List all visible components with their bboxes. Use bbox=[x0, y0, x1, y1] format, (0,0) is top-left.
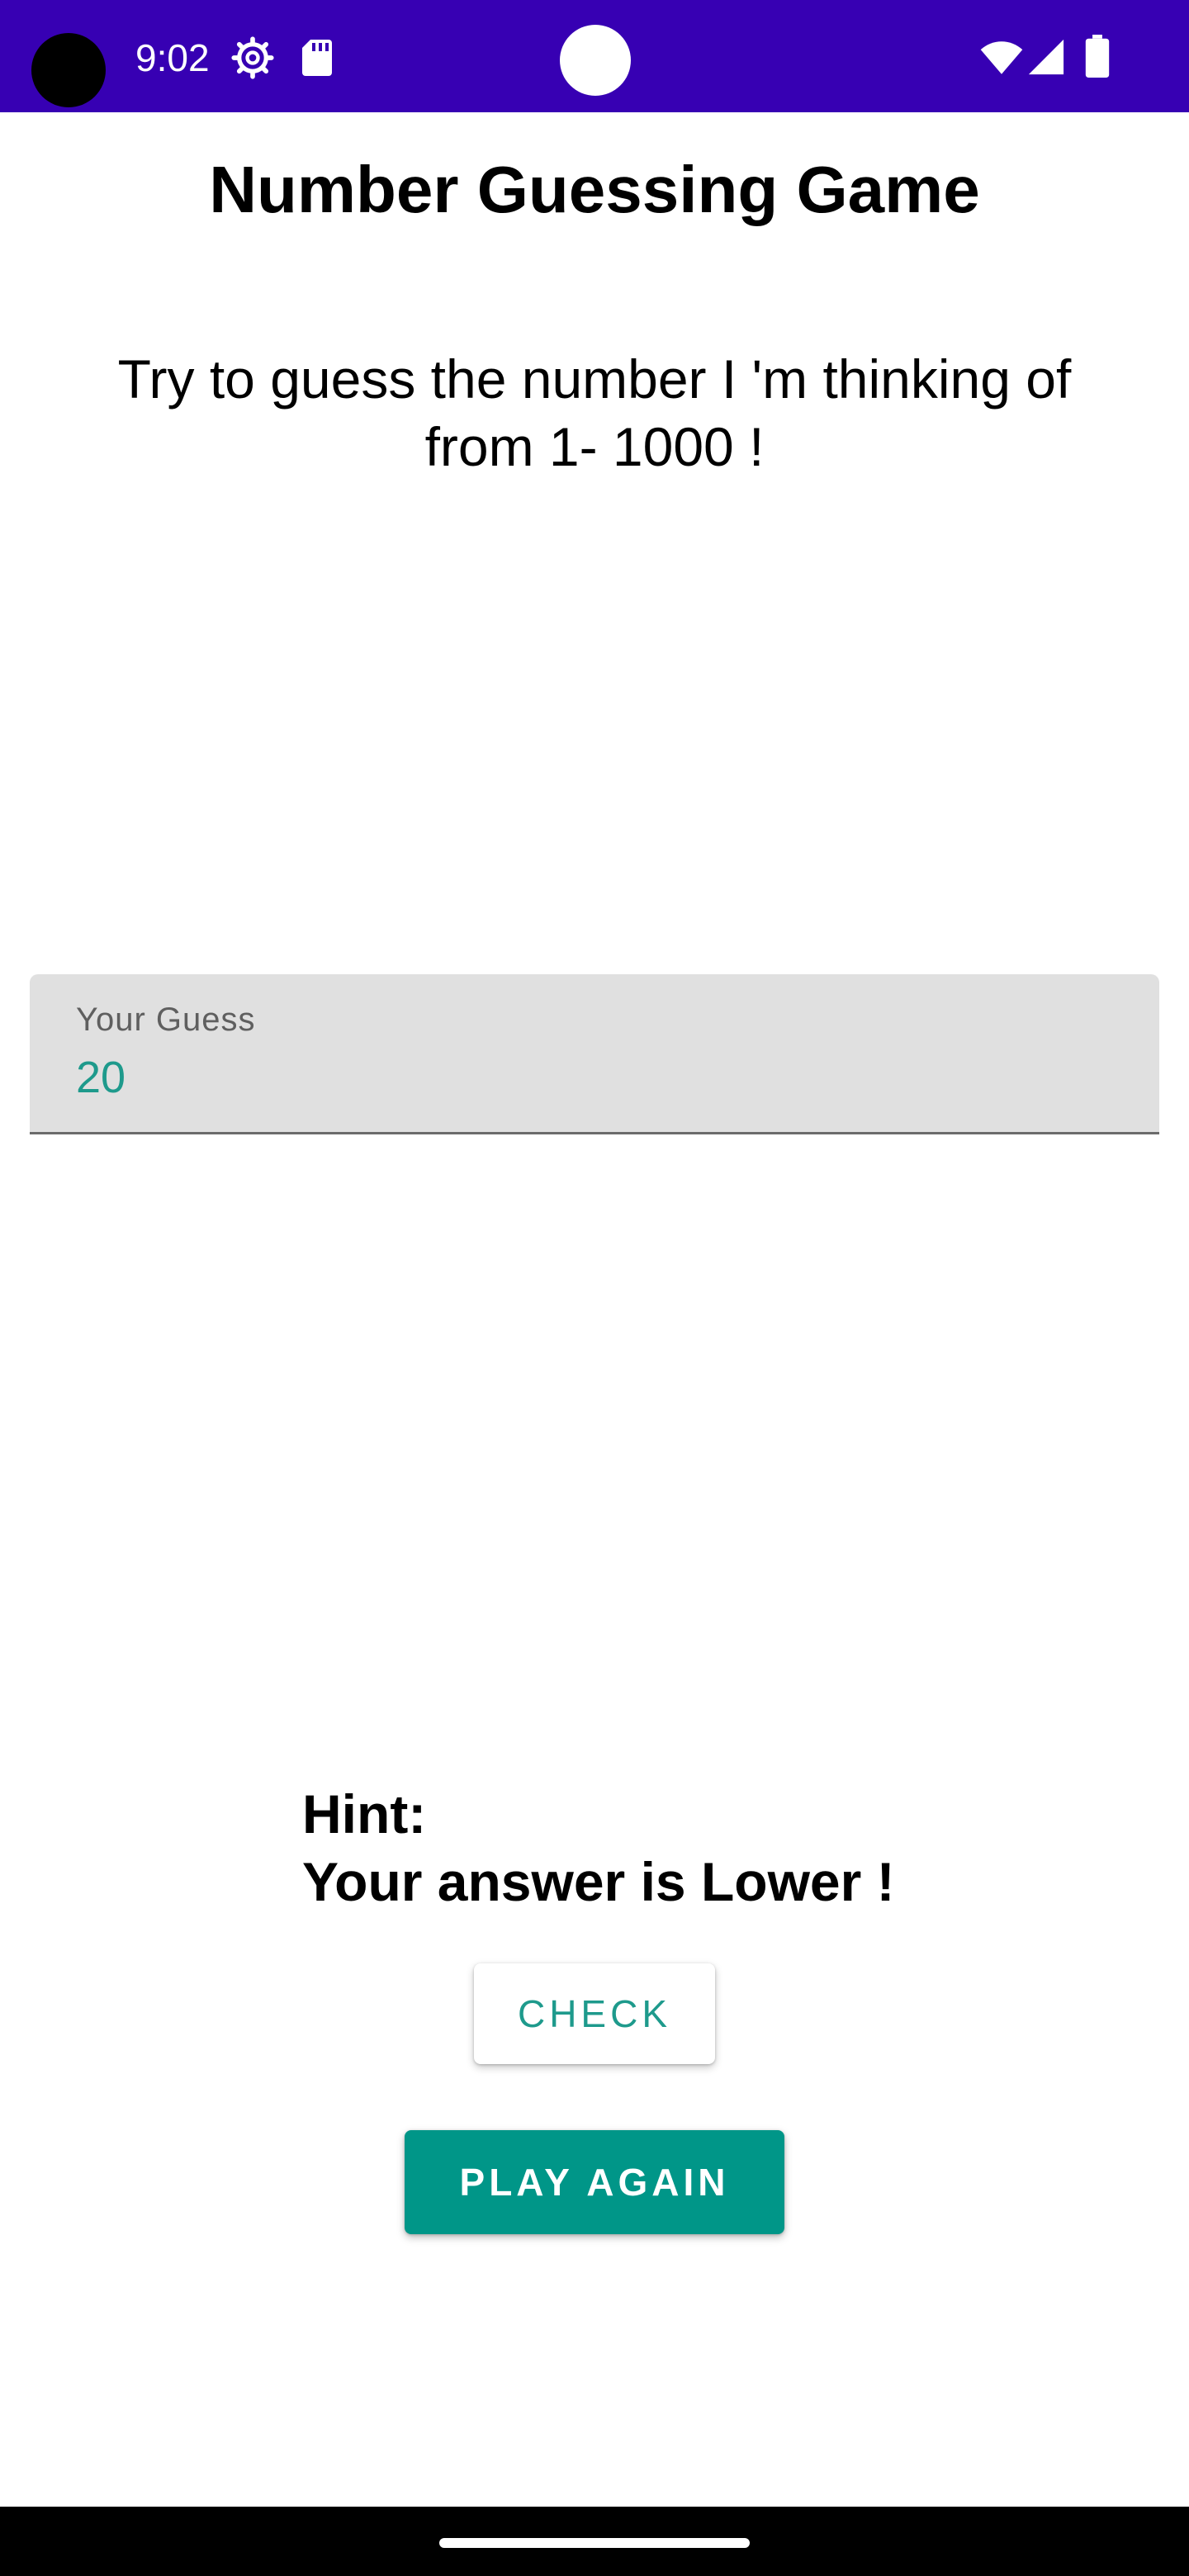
hint-label: Hint: bbox=[302, 1783, 427, 1844]
navigation-bar bbox=[0, 2507, 1189, 2576]
check-button[interactable]: CHECK bbox=[474, 1963, 715, 2064]
instructions-text: Try to guess the number I 'm thinking of… bbox=[117, 348, 1072, 477]
hint-message: Your answer is Lower ! bbox=[302, 1851, 895, 1912]
status-time: 9:02 bbox=[135, 36, 210, 79]
camera-cutout bbox=[31, 33, 106, 107]
page-title: Number Guessing Game bbox=[209, 153, 980, 226]
home-gesture-handle[interactable] bbox=[439, 2538, 750, 2548]
gear-icon bbox=[231, 36, 274, 79]
status-bar: 9:02 bbox=[0, 0, 1189, 112]
play-again-button[interactable]: PLAY AGAIN bbox=[405, 2130, 784, 2234]
sd-card-icon bbox=[302, 40, 332, 76]
guess-input[interactable]: Your Guess 20 bbox=[30, 974, 1159, 1134]
wifi-icon bbox=[980, 41, 1023, 74]
guess-input-label: Your Guess bbox=[76, 1002, 256, 1038]
status-center-dot bbox=[560, 25, 631, 96]
hint-block: Hint: Your answer is Lower ! bbox=[302, 1780, 895, 1915]
battery-icon bbox=[1085, 35, 1110, 78]
signal-icon bbox=[1028, 39, 1064, 75]
guess-input-value[interactable]: 20 bbox=[76, 1050, 126, 1105]
